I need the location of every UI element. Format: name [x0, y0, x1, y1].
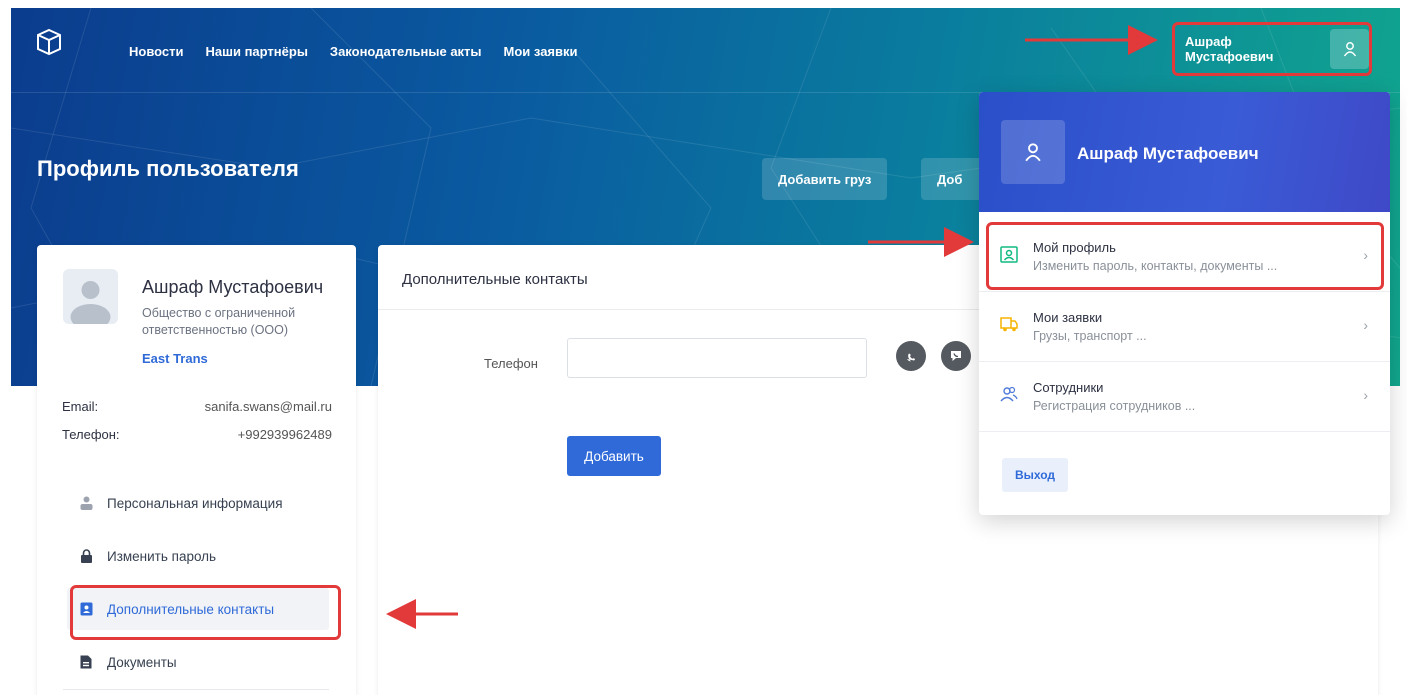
- dropdown-item-my-requests[interactable]: Мои заявки Грузы, транспорт ... ›: [979, 292, 1390, 362]
- user-menu-button[interactable]: Ашраф Мустафоевич: [1172, 22, 1372, 76]
- sidebar-item-documents[interactable]: Документы: [67, 641, 329, 683]
- email-value: sanifa.swans@mail.ru: [204, 399, 332, 414]
- phone-field[interactable]: [567, 338, 867, 378]
- add-cargo-button[interactable]: Добавить груз: [762, 158, 888, 200]
- avatar: [63, 269, 118, 324]
- user-icon: [79, 495, 93, 511]
- contact-card-icon: [79, 601, 93, 617]
- dropdown-item-employees[interactable]: Сотрудники Регистрация сотрудников ... ›: [979, 362, 1390, 432]
- user-menu-name: Ашраф Мустафоевич: [1185, 34, 1274, 64]
- email-label: Email:: [62, 399, 99, 414]
- truck-icon: [1000, 317, 1018, 332]
- logout-button[interactable]: Выход: [1002, 458, 1068, 492]
- user-avatar-icon: [1330, 29, 1369, 69]
- sidebar-item-label: Персональная информация: [107, 495, 283, 511]
- profile-icon: [1000, 246, 1018, 263]
- chevron-right-icon: ›: [1363, 247, 1368, 263]
- sidebar-item-label: Документы: [107, 654, 177, 670]
- dropdown-header: Ашраф Мустафоевич: [979, 92, 1390, 212]
- sidebar-item-additional-contacts[interactable]: Дополнительные контакты: [67, 588, 329, 630]
- nav-news[interactable]: Новости: [129, 44, 184, 59]
- dropdown-item-subtitle: Регистрация сотрудников ...: [1033, 399, 1196, 413]
- lock-icon: [79, 548, 93, 564]
- phone-row: Телефон: +992939962489: [62, 427, 332, 442]
- sidebar-item-label: Дополнительные контакты: [107, 601, 275, 617]
- sidebar-item-personal-info[interactable]: Персональная информация: [67, 482, 329, 524]
- nav-partners[interactable]: Наши партнёры: [206, 44, 308, 59]
- chevron-right-icon: ›: [1363, 317, 1368, 333]
- nav-legislation[interactable]: Законодательные акты: [330, 44, 482, 59]
- nav-my-requests[interactable]: Мои заявки: [504, 44, 578, 59]
- panel-title: Дополнительные контакты: [402, 271, 588, 288]
- sidebar-item-label: Изменить пароль: [107, 548, 217, 564]
- dropdown-user-name: Ашраф Мустафоевич: [1077, 144, 1259, 163]
- document-icon: [79, 654, 93, 670]
- chevron-right-icon: ›: [1363, 387, 1368, 403]
- dropdown-item-my-profile[interactable]: Мой профиль Изменить пароль, контакты, д…: [979, 222, 1390, 292]
- profile-organization-type: Общество с ограниченной ответственностью…: [142, 306, 296, 337]
- dropdown-item-subtitle: Изменить пароль, контакты, документы ...: [1033, 259, 1278, 273]
- phone-label: Телефон:: [62, 427, 120, 442]
- box-logo-icon[interactable]: [35, 28, 63, 56]
- email-row: Email: sanifa.swans@mail.ru: [62, 399, 332, 414]
- dropdown-item-subtitle: Грузы, транспорт ...: [1033, 329, 1147, 343]
- whatsapp-icon[interactable]: [896, 341, 926, 371]
- user-avatar-icon: [1001, 120, 1065, 184]
- dropdown-item-title: Мои заявки: [1033, 310, 1103, 325]
- employees-icon: [1000, 386, 1018, 402]
- profile-name: Ашраф Мустафоевич: [142, 277, 324, 297]
- main-nav: Новости Наши партнёры Законодательные ак…: [129, 44, 578, 59]
- phone-field-label: Телефон: [484, 356, 538, 371]
- page-title: Профиль пользователя: [37, 156, 299, 181]
- profile-card: Ашраф Мустафоевич Общество с ограниченно…: [37, 245, 356, 695]
- add-contact-button[interactable]: Добавить: [567, 436, 661, 476]
- card-divider: [63, 689, 329, 690]
- dropdown-item-title: Сотрудники: [1033, 380, 1104, 395]
- viber-icon[interactable]: [941, 341, 971, 371]
- user-dropdown-menu: Ашраф Мустафоевич Мой профиль Изменить п…: [979, 92, 1390, 515]
- phone-value: +992939962489: [237, 427, 332, 442]
- dropdown-item-title: Мой профиль: [1033, 240, 1116, 255]
- sidebar-item-change-password[interactable]: Изменить пароль: [67, 535, 329, 577]
- profile-company[interactable]: East Trans: [142, 351, 208, 366]
